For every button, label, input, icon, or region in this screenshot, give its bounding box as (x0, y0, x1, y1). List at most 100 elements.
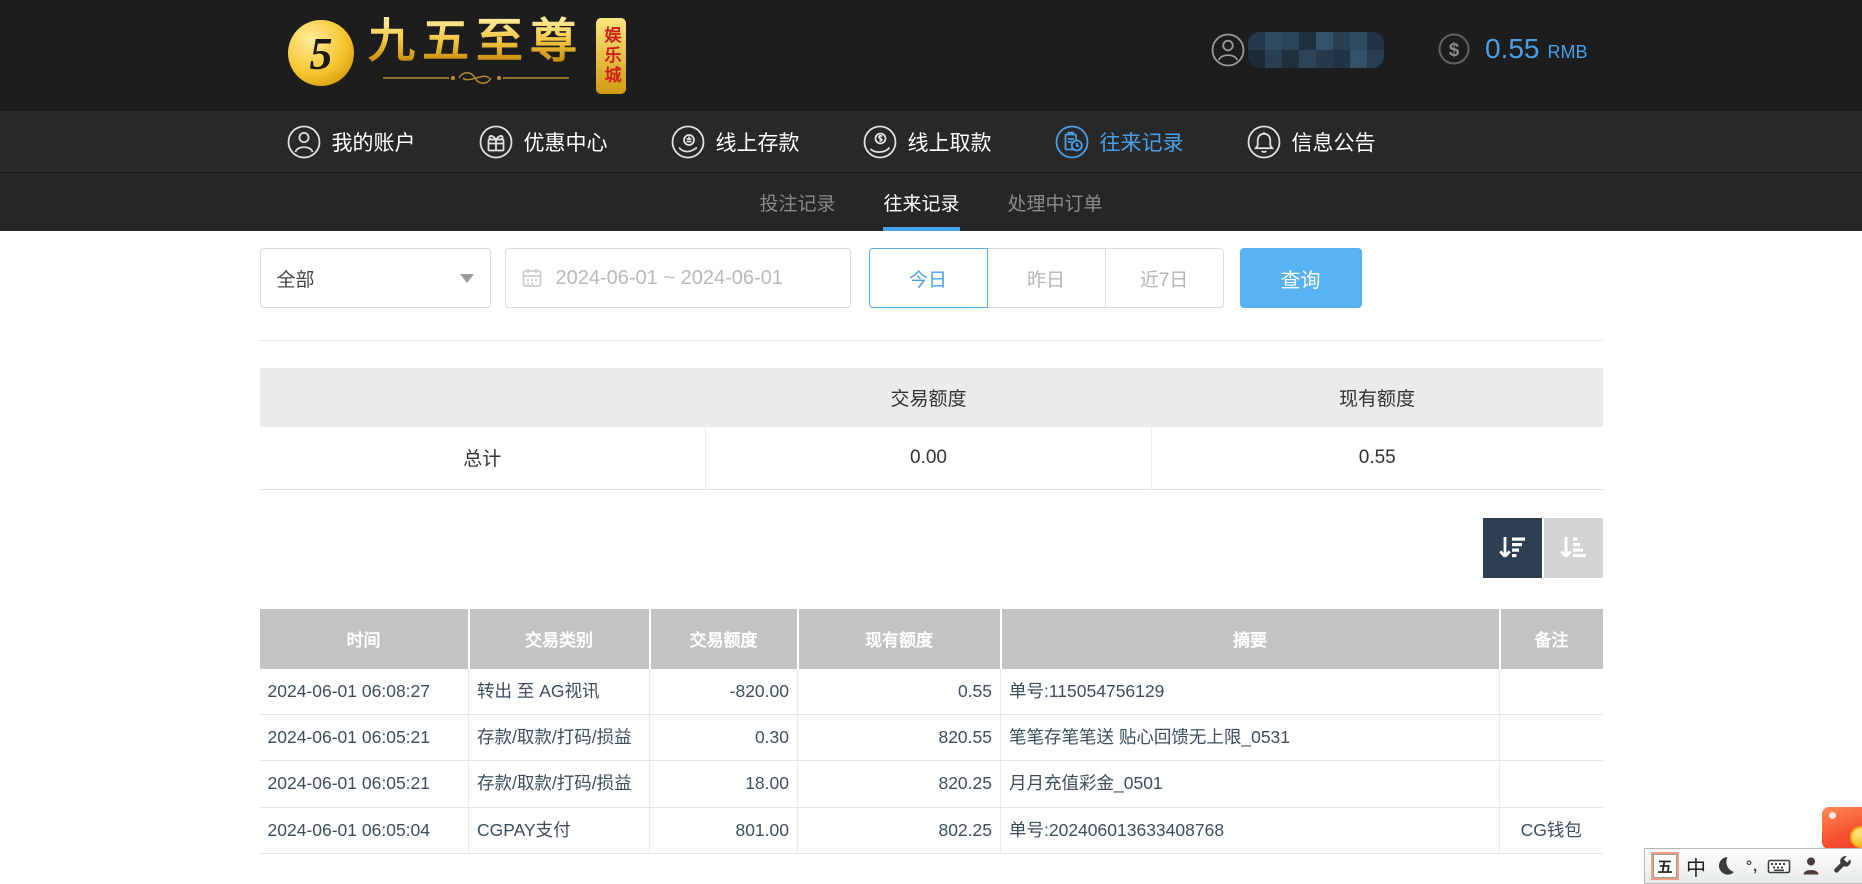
table-row: 2024-06-01 06:05:21 存款/取款/打码/损益 18.00 82… (259, 760, 1603, 808)
sort-descending-button[interactable] (1482, 517, 1542, 578)
summary-header-row: 交易额度 现有额度 (259, 368, 1603, 427)
nav-item-promotions[interactable]: 优惠中心 (478, 124, 608, 160)
gift-icon (479, 125, 512, 158)
cell-amount: 801.00 (649, 807, 798, 855)
ime-keyboard-icon[interactable] (1767, 855, 1791, 877)
cell-remark (1499, 760, 1603, 808)
cell-amount: 18.00 (649, 760, 798, 808)
logo-badge: 娱乐城 (596, 18, 626, 94)
pixel (1248, 50, 1265, 68)
query-button[interactable]: 查询 (1239, 248, 1362, 308)
nav-item-my-account[interactable]: 我的账户 (286, 124, 416, 160)
cell-time: 2024-06-01 06:05:21 (259, 714, 469, 762)
balance-amount: 0.55 (1485, 33, 1540, 64)
tab-processing-orders[interactable]: 处理中订单 (1008, 173, 1103, 231)
cell-type: 存款/取款/打码/损益 (468, 714, 650, 762)
cell-summary: 笔笔存笔笔送 贴心回馈无上限_0531 (1000, 714, 1500, 762)
date-range-input[interactable]: 2024-06-01 ~ 2024-06-01 (504, 248, 851, 308)
cell-balance: 0.55 (797, 668, 1001, 715)
tab-label: 处理中订单 (1007, 193, 1103, 215)
pixel (1299, 50, 1316, 68)
sub-tab-bar: 投注记录 往来记录 处理中订单 (0, 172, 1862, 231)
svg-text:$: $ (1449, 40, 1460, 61)
sort-descending-icon (1499, 536, 1525, 557)
cell-summary: 单号:202406013633408768 (1000, 807, 1500, 855)
ime-wubi-icon[interactable]: 五 (1651, 852, 1679, 880)
quick-yesterday-button[interactable]: 昨日 (986, 248, 1106, 308)
col-header-type: 交易类别 (467, 608, 650, 669)
pixel (1282, 32, 1299, 50)
site-logo[interactable]: 5 九五至尊 娱乐城 (288, 12, 626, 94)
type-select-value: 全部 (276, 269, 315, 291)
pixel (1316, 32, 1333, 50)
cell-time: 2024-06-01 06:08:27 (259, 668, 469, 715)
nav-item-transaction-records[interactable]: 往来记录 (1054, 124, 1184, 160)
avatar-icon (1211, 33, 1245, 67)
top-header-bar: 5 九五至尊 娱乐城 $ 0.55 RMB (0, 0, 1862, 111)
records-table: 时间 交易类别 交易额度 现有额度 摘要 备注 2024-06-01 06:08… (259, 608, 1603, 855)
bell-icon (1247, 125, 1280, 158)
summary-header-balance: 现有额度 (1151, 368, 1603, 427)
deposit-icon (671, 125, 704, 158)
logo-coin-icon: 5 (288, 20, 354, 86)
nav-label: 线上存款 (715, 131, 800, 155)
sort-ascending-icon (1560, 536, 1586, 557)
table-row: 2024-06-01 06:08:27 转出 至 AG视讯 -820.00 0.… (259, 668, 1603, 715)
withdraw-icon (863, 125, 896, 158)
user-account-area[interactable] (1210, 32, 1384, 68)
pixel (1265, 32, 1282, 50)
quick-label: 近7日 (1139, 269, 1189, 291)
pixel (1265, 50, 1282, 68)
section-divider (259, 340, 1603, 341)
table-row: 2024-06-01 06:05:04 CGPAY支付 801.00 802.2… (259, 807, 1603, 855)
cell-amount: -820.00 (649, 668, 798, 715)
nav-item-announcements[interactable]: 信息公告 (1246, 124, 1376, 160)
nav-label: 信息公告 (1291, 131, 1376, 155)
pixel (1350, 50, 1367, 68)
logo-flourish-icon (383, 72, 569, 84)
records-header-row: 时间 交易类别 交易额度 现有额度 摘要 备注 (259, 608, 1603, 669)
main-navigation-inner: 我的账户 优惠中心 线上存款 线上取款 往来记录 信息公告 (260, 111, 1603, 172)
summary-table: 交易额度 现有额度 总计 0.00 0.55 (259, 368, 1603, 490)
active-tab-underline (883, 227, 960, 231)
pixel (1248, 32, 1265, 50)
gold-coin-icon (1850, 826, 1862, 848)
nav-item-deposit[interactable]: 线上存款 (670, 124, 800, 160)
pixel (1316, 50, 1333, 68)
filter-row: 全部 2024-06-01 ~ 2024-06-01 今日 昨日 近7日 查询 (259, 248, 1603, 308)
tab-betting-records[interactable]: 投注记录 (759, 173, 835, 231)
balance-area[interactable]: $ 0.55 RMB (1437, 32, 1588, 66)
nav-label: 线上取款 (907, 131, 992, 155)
nav-label: 往来记录 (1099, 131, 1184, 155)
ime-punctuation-icon[interactable]: °, (1746, 858, 1758, 875)
ime-wrench-icon[interactable] (1831, 855, 1853, 877)
cell-time: 2024-06-01 06:05:21 (259, 760, 469, 808)
summary-transaction-total: 0.00 (705, 427, 1152, 490)
summary-header-transaction: 交易额度 (705, 368, 1152, 427)
quick-date-group: 今日 昨日 近7日 (868, 248, 1224, 308)
sort-ascending-button[interactable] (1543, 517, 1603, 578)
tab-transaction-records[interactable]: 往来记录 (883, 173, 960, 231)
ime-chinese-mode-icon[interactable]: 中 (1686, 852, 1706, 881)
pixel (1282, 50, 1299, 68)
ime-fullwidth-moon-icon[interactable] (1715, 855, 1737, 877)
type-select[interactable]: 全部 (259, 248, 491, 308)
sort-controls (260, 517, 1603, 578)
quick-last7days-button[interactable]: 近7日 (1104, 248, 1224, 308)
balance-currency: RMB (1547, 41, 1588, 62)
nav-item-withdraw[interactable]: 线上取款 (862, 124, 992, 160)
red-packet-highlight (1829, 812, 1836, 819)
ime-person-icon[interactable] (1800, 855, 1822, 877)
redacted-username (1248, 32, 1384, 68)
cell-remark (1499, 714, 1603, 762)
quick-today-button[interactable]: 今日 (868, 248, 988, 308)
pixel (1367, 32, 1384, 50)
cell-type: 存款/取款/打码/损益 (468, 760, 650, 808)
cell-balance: 820.25 (797, 760, 1001, 808)
pixel (1350, 32, 1367, 50)
chevron-down-icon (459, 273, 474, 283)
dollar-coin-icon: $ (1438, 33, 1470, 65)
col-header-time: 时间 (259, 608, 469, 669)
red-packet-float-button[interactable] (1822, 807, 1862, 849)
records-icon (1055, 125, 1088, 158)
